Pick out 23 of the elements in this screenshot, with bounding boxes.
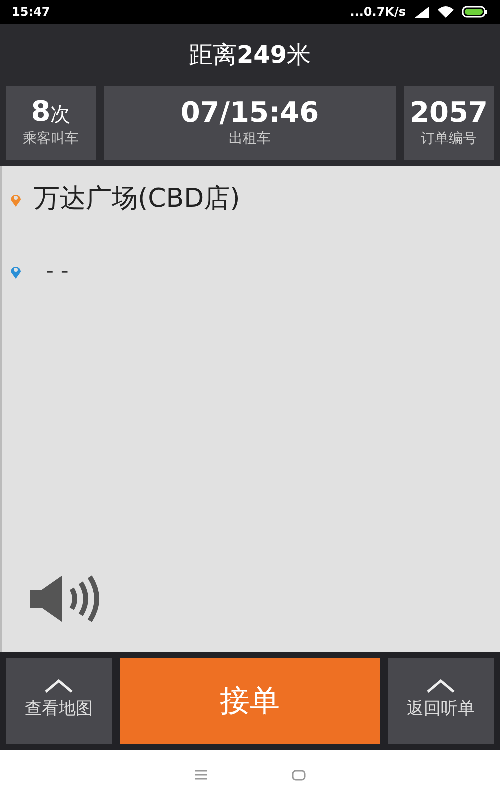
- signal-icon: [414, 6, 430, 18]
- battery-icon: [462, 6, 488, 18]
- location-pin-icon: [10, 264, 22, 278]
- tile-value: 2057: [410, 96, 488, 128]
- status-time: 15:47: [12, 4, 50, 21]
- tile-unit: 次: [50, 101, 71, 128]
- menu-icon[interactable]: [194, 770, 206, 780]
- tile-label: 订单编号: [421, 130, 477, 148]
- tile-value: 07/15:46: [180, 96, 320, 128]
- distance-title: 距离249米: [188, 40, 312, 71]
- address-text: - -: [45, 258, 69, 286]
- home-icon[interactable]: [292, 770, 306, 780]
- location-pin-icon: [10, 192, 22, 206]
- network-speed: ...0.7K/s: [350, 4, 406, 21]
- tile-value: 8: [31, 96, 51, 128]
- view-map-button[interactable]: 查看地图: [6, 658, 112, 744]
- tile-label: 乘客叫车: [23, 130, 79, 149]
- chevron-up-icon: [426, 679, 456, 694]
- back-to-listening-button[interactable]: 返回听单: [388, 658, 494, 744]
- chevron-up-icon: [44, 679, 74, 694]
- wifi-icon: [438, 6, 454, 18]
- address-text: 万达广场(CBD店): [34, 183, 240, 216]
- tile-label: 出租车: [229, 130, 271, 148]
